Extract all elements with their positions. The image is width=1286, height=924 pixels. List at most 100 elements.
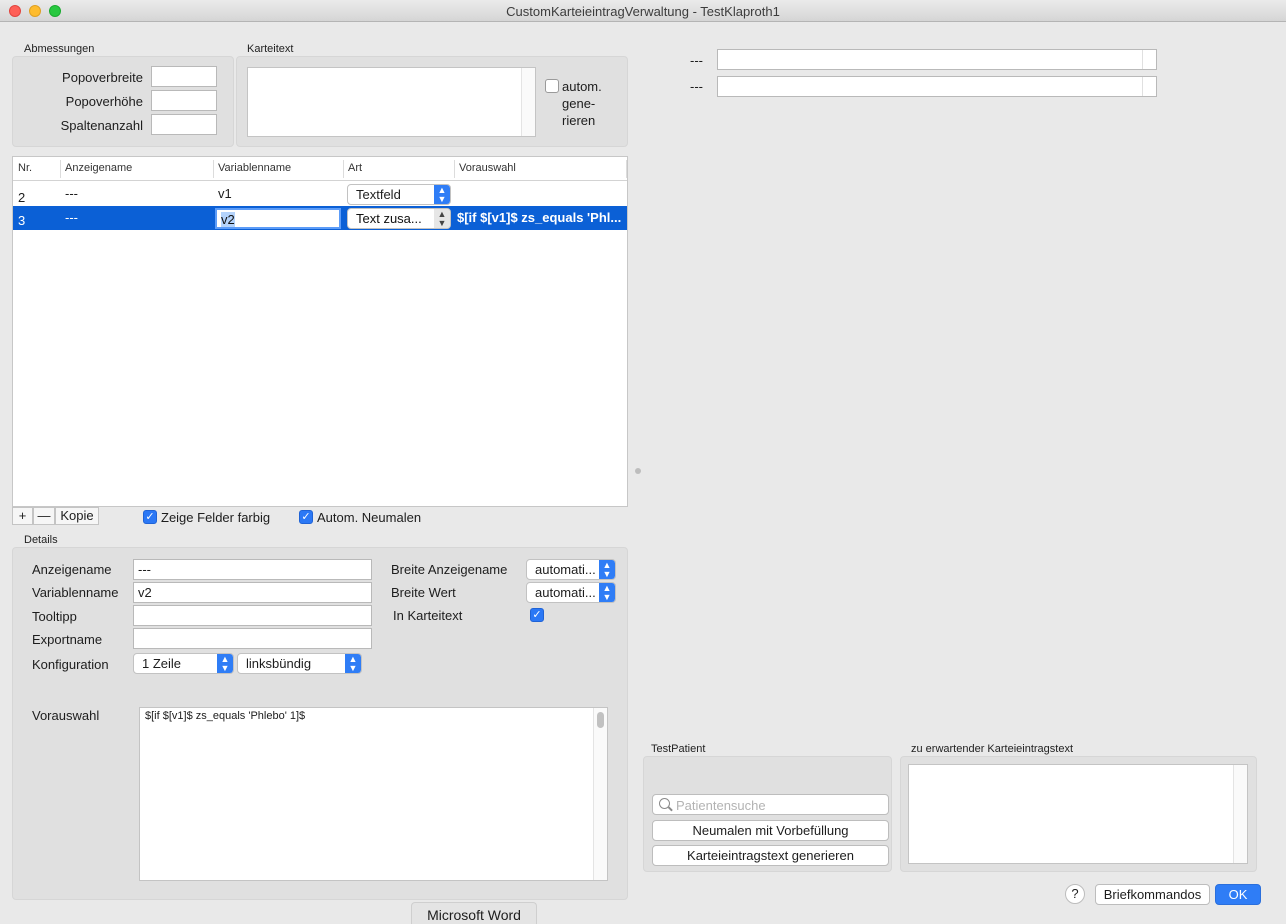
variable-name-field[interactable]: v2	[133, 582, 372, 603]
column-header-art[interactable]: Art	[348, 162, 362, 174]
fields-table[interactable]: Nr. Anzeigename Variablenname Art Voraus…	[12, 156, 628, 507]
art-popup[interactable]: Text zusa... ▲ ▼	[347, 208, 451, 229]
scrollbar-thumb[interactable]	[597, 712, 604, 728]
table-header: Nr. Anzeigename Variablenname Art Voraus…	[13, 157, 627, 181]
preview-row1-field[interactable]	[717, 49, 1157, 70]
redraw-prefilled-button[interactable]: Neumalen mit Vorbefüllung	[652, 820, 889, 841]
split-view-handle[interactable]	[635, 468, 641, 474]
test-patient-group-title: TestPatient	[651, 743, 706, 755]
preselection-label: Vorauswahl	[32, 708, 100, 723]
preview-row1-label: ---	[690, 53, 703, 68]
letter-commands-button[interactable]: Briefkommandos	[1095, 884, 1210, 905]
in-karteitext-label: In Karteitext	[393, 608, 463, 623]
cell-variablenname[interactable]: v1	[218, 186, 232, 201]
cell-anzeigename[interactable]: ---	[65, 210, 78, 225]
auto-generate-label-2: gene-	[562, 96, 596, 111]
config-lines-value: 1 Zeile	[142, 656, 182, 671]
expected-text-textarea[interactable]	[908, 764, 1248, 864]
help-button[interactable]: ?	[1065, 884, 1085, 904]
column-divider[interactable]	[626, 160, 627, 178]
copy-row-button[interactable]: Kopie	[55, 507, 99, 525]
chevron-updown-icon: ▲ ▼	[217, 654, 233, 673]
width-display-label: Breite Anzeigename	[391, 562, 508, 577]
popover-height-field[interactable]	[151, 90, 217, 111]
width-value-value: automati...	[535, 585, 596, 600]
auto-generate-label-3: rieren	[562, 113, 596, 128]
table-row[interactable]: 2 --- v1 Textfeld ▲ ▼	[13, 182, 627, 206]
art-popup-value: Text zusa...	[356, 211, 422, 226]
export-name-field[interactable]	[133, 628, 372, 649]
cell-anzeigename[interactable]: ---	[65, 186, 78, 201]
export-name-label: Exportname	[32, 632, 103, 647]
display-name-field[interactable]: ---	[133, 559, 372, 580]
chevron-updown-icon: ▲ ▼	[345, 654, 361, 673]
column-divider[interactable]	[213, 160, 214, 178]
display-name-label: Anzeigename	[32, 562, 112, 577]
details-group-title: Details	[24, 534, 58, 546]
table-row-selected[interactable]: 3 --- v2 Text zusa... ▲ ▼ $[if $[v1]$ zs_…	[13, 206, 627, 230]
tooltip-field[interactable]	[133, 605, 372, 626]
preview-row2-label: ---	[690, 79, 703, 94]
auto-generate-label-1: autom.	[562, 79, 602, 94]
preview-row2-field[interactable]	[717, 76, 1157, 97]
patient-search-placeholder: Patientensuche	[676, 798, 766, 813]
preselection-textarea[interactable]: $[if $[v1]$ zs_equals 'Phlebo' 1]$	[139, 707, 608, 881]
patient-search-field[interactable]: Patientensuche	[652, 794, 889, 815]
preview-row1-stepper[interactable]	[1142, 50, 1156, 69]
generate-text-button[interactable]: Karteieintragstext generieren	[652, 845, 889, 866]
column-header-nr[interactable]: Nr.	[18, 162, 32, 174]
add-row-button[interactable]: +	[12, 507, 33, 525]
ok-button[interactable]: OK	[1215, 884, 1261, 905]
preselection-text: $[if $[v1]$ zs_equals 'Phlebo' 1]$	[145, 710, 306, 722]
chevron-updown-icon: ▲ ▼	[434, 185, 450, 204]
variablenname-edit-value: v2	[221, 212, 235, 227]
popover-height-label: Popoverhöhe	[65, 94, 143, 109]
title-bar: CustomKarteieintragVerwaltung - TestKlap…	[0, 0, 1286, 22]
variablenname-edit-field[interactable]: v2	[215, 208, 341, 229]
art-popup[interactable]: Textfeld ▲ ▼	[347, 184, 451, 205]
column-header-vorauswahl[interactable]: Vorauswahl	[459, 162, 516, 174]
column-divider[interactable]	[343, 160, 344, 178]
column-header-anzeigename[interactable]: Anzeigename	[65, 162, 132, 174]
preselection-scrollbar[interactable]	[593, 708, 607, 880]
microsoft-word-dock-label[interactable]: Microsoft Word	[411, 902, 537, 924]
config-align-popup[interactable]: linksbündig ▲ ▼	[237, 653, 362, 674]
column-divider[interactable]	[454, 160, 455, 178]
config-align-value: linksbündig	[246, 656, 312, 671]
remove-row-button[interactable]: —	[33, 507, 55, 525]
expected-text-scrollbar[interactable]	[1233, 765, 1247, 863]
cell-nr: 2	[18, 190, 26, 205]
columns-label: Spaltenanzahl	[60, 118, 143, 133]
width-display-popup[interactable]: automati... ▲ ▼	[526, 559, 616, 580]
auto-generate-checkbox[interactable]	[545, 79, 559, 93]
show-colored-label: Zeige Felder farbig	[161, 510, 271, 525]
cell-nr: 3	[18, 213, 26, 228]
width-display-value: automati...	[535, 562, 596, 577]
columns-field[interactable]	[151, 114, 217, 135]
variable-name-label: Variablenname	[32, 585, 119, 600]
popover-width-field[interactable]	[151, 66, 217, 87]
column-header-variablenname[interactable]: Variablenname	[218, 162, 291, 174]
chevron-updown-icon: ▲ ▼	[599, 560, 615, 579]
column-divider[interactable]	[60, 160, 61, 178]
chevron-updown-icon: ▲ ▼	[434, 209, 450, 228]
dimensions-group-title: Abmessungen	[24, 43, 95, 55]
karteitext-group-title: Karteitext	[247, 43, 294, 55]
chevron-updown-icon: ▲ ▼	[599, 583, 615, 602]
show-colored-checkbox[interactable]: ✓	[143, 510, 157, 524]
width-value-popup[interactable]: automati... ▲ ▼	[526, 582, 616, 603]
window-title: CustomKarteieintragVerwaltung - TestKlap…	[506, 4, 780, 19]
preview-row2-stepper[interactable]	[1142, 77, 1156, 96]
config-lines-popup[interactable]: 1 Zeile ▲ ▼	[133, 653, 234, 674]
expected-text-group-title: zu erwartender Karteieintragstext	[911, 743, 1074, 755]
search-icon	[659, 798, 670, 809]
cell-vorauswahl[interactable]: $[if $[v1]$ zs_equals 'Phl...	[457, 210, 627, 225]
auto-redraw-label: Autom. Neumalen	[317, 510, 422, 525]
karteitext-textarea[interactable]	[247, 67, 536, 137]
auto-redraw-checkbox[interactable]: ✓	[299, 510, 313, 524]
width-value-label: Breite Wert	[391, 585, 456, 600]
configuration-label: Konfiguration	[32, 657, 109, 672]
art-popup-value: Textfeld	[356, 187, 401, 202]
in-karteitext-checkbox[interactable]: ✓	[530, 608, 544, 622]
karteitext-scrollbar[interactable]	[521, 68, 535, 136]
